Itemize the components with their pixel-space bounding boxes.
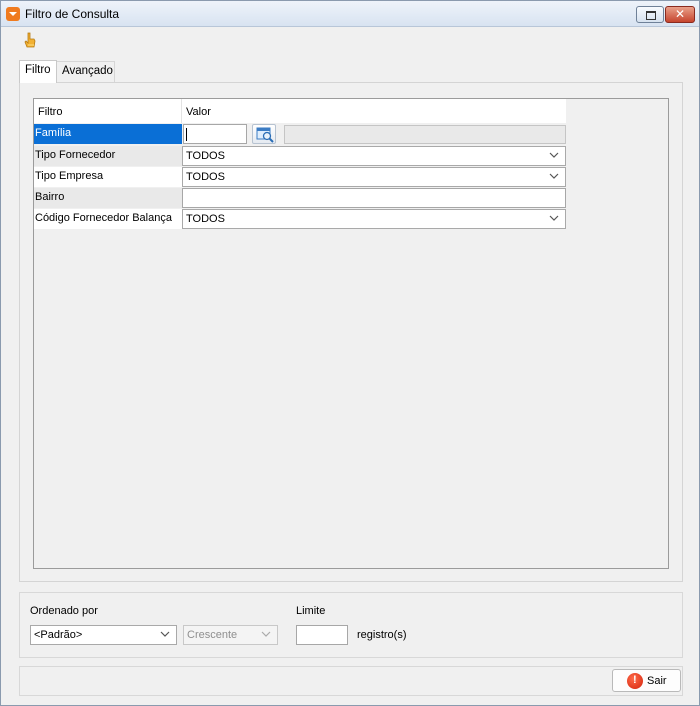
restore-button[interactable] xyxy=(636,6,664,23)
familia-description-field xyxy=(284,125,566,144)
limit-label: Limite xyxy=(296,605,326,617)
familia-lookup-button[interactable] xyxy=(252,124,276,144)
grid-header-filter: Filtro xyxy=(34,99,182,123)
search-window-icon xyxy=(256,127,274,143)
ordering-label: Ordenado por xyxy=(30,605,98,617)
app-menu-icon[interactable] xyxy=(6,7,20,21)
ordering-direction-value: Crescente xyxy=(187,629,238,641)
grid-row-label-tipo-fornecedor[interactable]: Tipo Fornecedor xyxy=(34,146,182,166)
close-button[interactable] xyxy=(665,6,695,23)
codigo-fornecedor-balanca-value: TODOS xyxy=(186,213,225,225)
limit-input[interactable] xyxy=(296,625,348,645)
stop-icon xyxy=(627,673,643,689)
limit-unit-label: registro(s) xyxy=(357,629,407,641)
codigo-fornecedor-balanca-select[interactable]: TODOS xyxy=(182,209,566,229)
footer-bar xyxy=(19,666,683,696)
grid-row-label-tipo-empresa[interactable]: Tipo Empresa xyxy=(34,167,182,187)
chevron-down-icon xyxy=(549,152,559,158)
chevron-down-icon xyxy=(549,215,559,221)
filter-window: Filtro de Consulta Filtro Avançado Filtr… xyxy=(0,0,700,706)
ordering-direction-select[interactable]: Crescente xyxy=(183,625,278,645)
title-bar[interactable]: Filtro de Consulta xyxy=(1,1,699,27)
grid-header-value: Valor xyxy=(182,99,566,123)
chevron-down-icon xyxy=(261,631,271,637)
tab-filtro[interactable]: Filtro xyxy=(19,60,57,83)
tipo-empresa-value: TODOS xyxy=(186,171,225,183)
tipo-fornecedor-value: TODOS xyxy=(186,150,225,162)
tipo-fornecedor-select[interactable]: TODOS xyxy=(182,146,566,166)
grid-row-label-familia[interactable]: Família xyxy=(34,124,182,144)
chevron-down-icon xyxy=(160,631,170,637)
window-title: Filtro de Consulta xyxy=(25,7,120,21)
tipo-empresa-select[interactable]: TODOS xyxy=(182,167,566,187)
familia-code-input[interactable] xyxy=(183,124,247,144)
exit-button[interactable]: Sair xyxy=(612,669,681,692)
grid-row-label-codigo-fornecedor-balanca[interactable]: Código Fornecedor Balança xyxy=(34,209,182,229)
bairro-input[interactable] xyxy=(182,188,566,208)
grid-row-label-bairro[interactable]: Bairro xyxy=(34,188,182,208)
exit-button-label: Sair xyxy=(647,675,667,687)
tab-avancado[interactable]: Avançado xyxy=(57,61,115,82)
hand-pointer-icon[interactable] xyxy=(23,32,37,48)
ordering-field-value: <Padrão> xyxy=(34,629,83,641)
text-caret xyxy=(186,128,187,141)
ordering-field-select[interactable]: <Padrão> xyxy=(30,625,177,645)
chevron-down-icon xyxy=(549,173,559,179)
